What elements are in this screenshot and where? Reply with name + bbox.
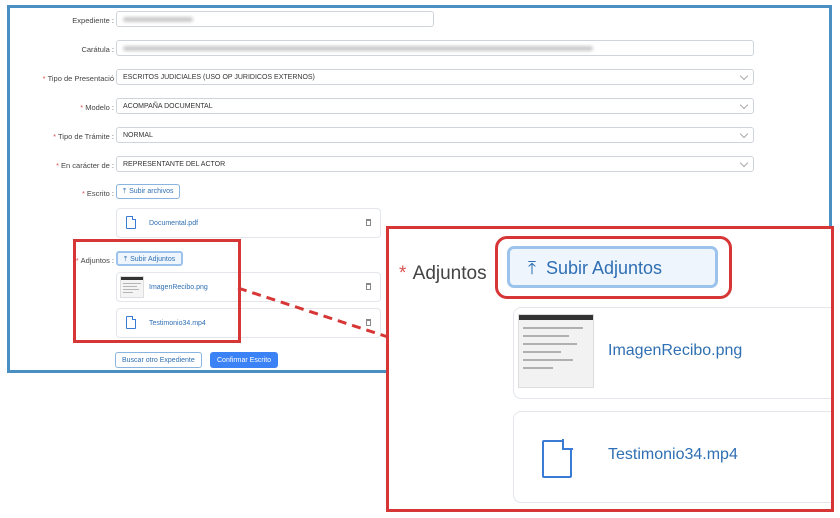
subir-archivos-button[interactable]: ⤒ Subir archivos — [116, 184, 181, 199]
caracter-value: REPRESENTANTE DEL ACTOR — [123, 161, 226, 168]
file-icon — [126, 216, 136, 229]
caracter-label: * En carácter de : — [56, 161, 114, 170]
zoom-subir-adjuntos-label: Subir Adjuntos — [545, 258, 663, 278]
zoom-highlight-button-ring: ⤒ Subir Adjuntos — [495, 236, 732, 299]
tipo-presentacion-label: * Tipo de Presentació — [42, 74, 114, 83]
caratula-label: Carátula : — [81, 45, 114, 54]
redacted-text — [123, 46, 593, 51]
tipo-presentacion-value: ESCRITOS JUDICIALES (USO OP JURIDICOS EX… — [123, 74, 315, 81]
confirmar-escrito-button[interactable]: Confirmar Escrito — [210, 352, 279, 368]
upload-icon: ⤒ — [528, 258, 536, 278]
modelo-label-wrap: * Modelo : — [10, 100, 114, 118]
file-icon — [542, 439, 573, 478]
highlight-box — [73, 239, 241, 343]
chevron-down-icon — [739, 71, 749, 81]
zoom-callout: * Adjuntos ⤒ Subir Adjuntos ImagenRecibo.… — [386, 226, 834, 512]
buscar-otro-expediente-button[interactable]: Buscar otro Expediente — [115, 352, 202, 368]
chevron-down-icon — [739, 100, 749, 110]
trash-icon[interactable] — [366, 219, 371, 226]
modelo-select[interactable]: ACOMPAÑA DOCUMENTAL — [116, 98, 754, 114]
modelo-value: ACOMPAÑA DOCUMENTAL — [123, 103, 213, 110]
caracter-select[interactable]: REPRESENTANTE DEL ACTOR — [116, 156, 754, 172]
expediente-label: Expediente : — [72, 16, 114, 25]
file-name: Documental.pdf — [149, 220, 199, 227]
subir-archivos-label: Subir archivos — [129, 188, 174, 195]
file-name: Testimonio34.mp4 — [608, 446, 738, 463]
escrito-label: * Escrito : — [81, 189, 114, 198]
zoom-file-card-imagenrecibo[interactable]: ImagenRecibo.png — [513, 307, 831, 399]
caratula-label-wrap: Carátula : — [10, 42, 114, 60]
chevron-down-icon — [739, 129, 749, 139]
zoom-file-card-testimonio[interactable]: Testimonio34.mp4 — [513, 411, 831, 503]
tipo-tramite-value: NORMAL — [123, 132, 153, 139]
trash-icon[interactable] — [366, 283, 371, 290]
tipo-tramite-select[interactable]: NORMAL — [116, 127, 754, 143]
caratula-input[interactable] — [116, 40, 754, 56]
zoom-adjuntos-label: * Adjuntos — [399, 263, 487, 284]
file-card-documental[interactable]: Documental.pdf — [116, 208, 381, 238]
caracter-label-wrap: * En carácter de : — [10, 158, 114, 176]
modelo-label: * Modelo : — [80, 103, 114, 112]
escrito-label-wrap: * Escrito : — [10, 186, 114, 204]
tipo-presentacion-label-wrap: * Tipo de Presentació — [10, 71, 114, 89]
trash-icon[interactable] — [366, 319, 371, 326]
upload-icon: ⤒ — [123, 188, 127, 195]
chevron-down-icon — [739, 158, 749, 168]
expediente-input[interactable] — [116, 11, 434, 27]
file-name: ImagenRecibo.png — [608, 342, 743, 359]
tipo-tramite-label-wrap: * Tipo de Trámite : — [10, 129, 114, 147]
tipo-presentacion-select[interactable]: ESCRITOS JUDICIALES (USO OP JURIDICOS EX… — [116, 69, 754, 85]
redacted-text — [123, 17, 193, 22]
image-thumbnail — [518, 314, 594, 388]
tipo-tramite-label: * Tipo de Trámite : — [53, 132, 114, 141]
zoom-subir-adjuntos-button[interactable]: ⤒ Subir Adjuntos — [507, 246, 718, 288]
expediente-label-wrap: Expediente : — [10, 13, 114, 31]
